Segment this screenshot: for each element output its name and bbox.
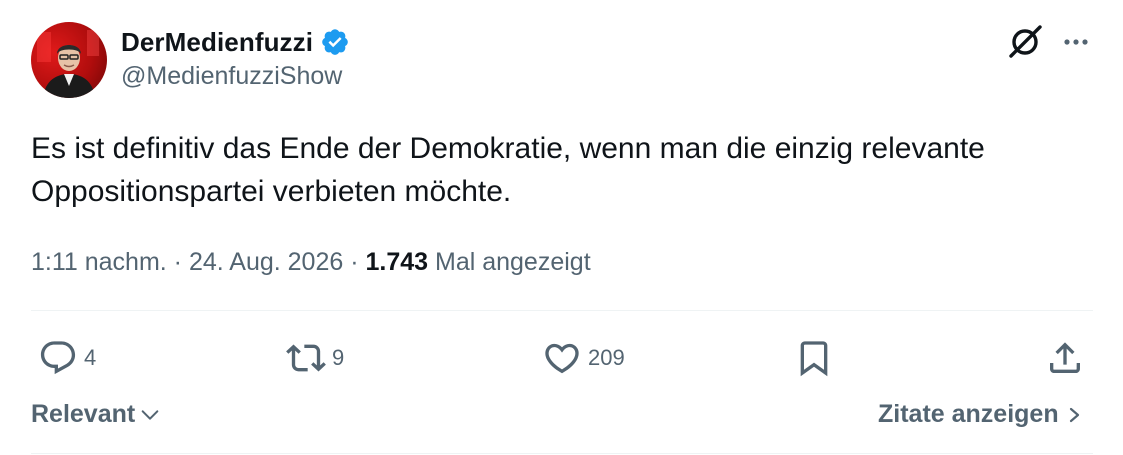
chevron-right-icon xyxy=(1069,407,1079,422)
share-icon xyxy=(1050,342,1080,373)
tweet-meta: 1:11 nachm. · 24. Aug. 2026 · 1.743 Mal … xyxy=(31,248,591,277)
tweet-text-line: Oppositionspartei verbieten möchte. xyxy=(31,175,512,208)
divider xyxy=(31,310,1093,311)
author-handle[interactable]: @MedienfuzziShow xyxy=(121,62,342,91)
tweet-date[interactable]: 24. Aug. 2026 xyxy=(189,248,343,276)
author-name-row: DerMedienfuzzi xyxy=(121,24,350,60)
avatar[interactable] xyxy=(31,22,107,98)
grok-icon[interactable] xyxy=(1005,22,1045,62)
meta-separator: · xyxy=(166,248,189,276)
view-quotes-link[interactable]: Zitate anzeigen xyxy=(878,400,1085,429)
meta-separator: · xyxy=(343,248,366,276)
bookmark-icon xyxy=(800,341,828,377)
tweet-card: DerMedienfuzzi @MedienfuzziShow Es ist d… xyxy=(0,0,1123,455)
quotes-label: Zitate anzeigen xyxy=(878,400,1059,428)
verified-badge-icon xyxy=(322,29,348,55)
repost-button[interactable]: 9 xyxy=(286,336,344,380)
reply-count: 4 xyxy=(84,345,97,370)
views-count: 1.743 xyxy=(365,248,429,276)
bookmark-button[interactable] xyxy=(794,336,834,380)
like-icon xyxy=(545,343,579,374)
share-button[interactable] xyxy=(1045,336,1085,380)
tweet-text-line: Es ist definitiv das Ende der Demokratie… xyxy=(31,132,985,165)
like-count: 209 xyxy=(588,345,625,370)
sort-replies-dropdown[interactable]: Relevant xyxy=(31,400,161,429)
repost-icon xyxy=(286,344,326,372)
sort-label: Relevant xyxy=(31,400,136,428)
repost-count: 9 xyxy=(332,345,345,370)
author-display-name[interactable]: DerMedienfuzzi xyxy=(121,27,313,58)
tweet-text: Es ist definitiv das Ende der Demokratie… xyxy=(31,127,1101,213)
reply-icon xyxy=(40,341,76,375)
views-label: Mal angezeigt xyxy=(428,248,591,276)
reply-button[interactable]: 4 xyxy=(38,336,96,380)
tweet-time[interactable]: 1:11 nachm. xyxy=(31,248,167,276)
divider xyxy=(31,453,1093,454)
chevron-down-icon xyxy=(141,409,159,420)
like-button[interactable]: 209 xyxy=(542,336,625,380)
more-icon[interactable] xyxy=(1060,28,1092,56)
